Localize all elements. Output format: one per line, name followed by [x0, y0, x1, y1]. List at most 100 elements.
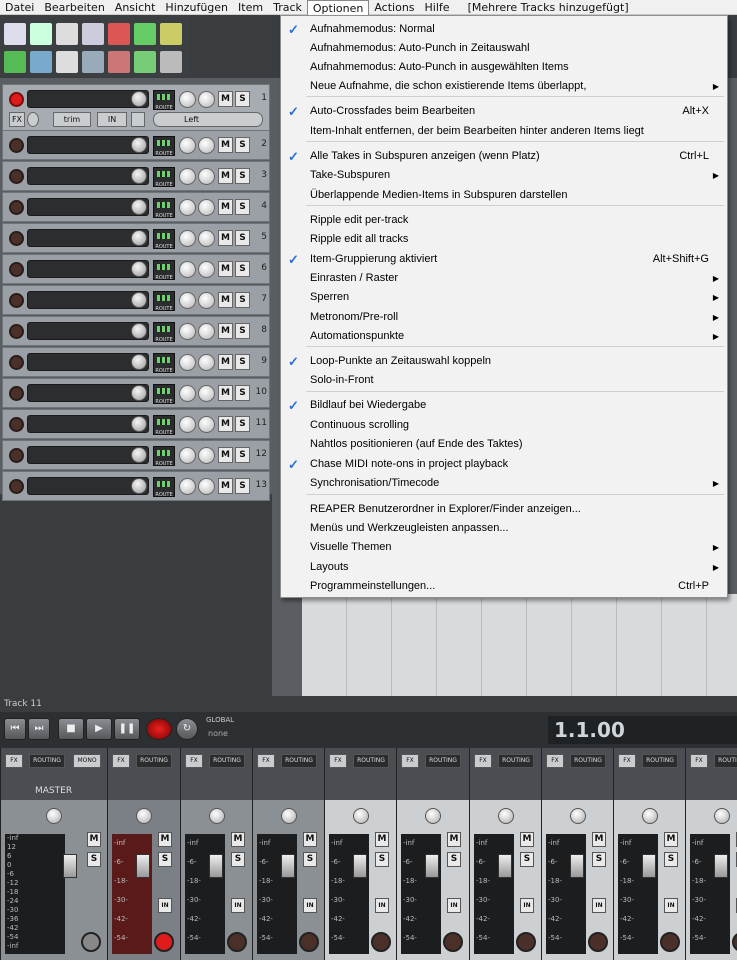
solo-button[interactable]: S — [664, 852, 678, 867]
volume-knob[interactable] — [131, 323, 147, 339]
mono-button[interactable]: MONO — [73, 754, 101, 768]
track-row[interactable]: ROUTE M S 8 — [2, 316, 270, 346]
volume-knob[interactable] — [131, 478, 147, 494]
route-button[interactable]: ROUTE — [153, 322, 175, 343]
width-knob[interactable] — [198, 447, 215, 464]
solo-button[interactable]: S — [447, 852, 461, 867]
play-button[interactable]: ▶ — [86, 718, 112, 740]
record-arm-button[interactable] — [9, 417, 24, 432]
volume-knob[interactable] — [131, 447, 147, 463]
solo-button[interactable]: S — [235, 261, 250, 277]
menu-item[interactable]: REAPER Benutzerordner in Explorer/Finder… — [281, 500, 727, 519]
record-arm-button[interactable] — [9, 262, 24, 277]
route-button[interactable]: ROUTE — [153, 477, 175, 498]
volume-fader[interactable] — [63, 854, 77, 878]
solo-button[interactable]: S — [235, 137, 250, 153]
input-monitor-button[interactable]: IN — [447, 898, 461, 913]
record-arm-button[interactable] — [588, 932, 608, 952]
menu-item[interactable]: Ripple edit per-track — [281, 211, 727, 230]
volume-knob[interactable] — [131, 199, 147, 215]
pan-knob[interactable] — [179, 261, 196, 278]
route-button[interactable]: ROUTE — [153, 198, 175, 219]
menubar-item-0[interactable]: Datei — [0, 0, 39, 15]
solo-button[interactable]: S — [375, 852, 389, 867]
mute-button[interactable]: M — [218, 261, 233, 277]
mute-button[interactable]: M — [218, 230, 233, 246]
mute-button[interactable]: M — [303, 832, 317, 847]
menubar-item-9[interactable]: [Mehrere Tracks hinzugefügt] — [463, 0, 634, 15]
pan-knob[interactable] — [179, 354, 196, 371]
route-button[interactable]: ROUTE — [153, 353, 175, 374]
route-button[interactable]: ROUTE — [153, 229, 175, 250]
route-button[interactable]: ROUTE — [153, 446, 175, 467]
routing-button[interactable]: ROUTING — [281, 754, 317, 768]
track-row[interactable]: ROUTE M S 12 — [2, 440, 270, 470]
item-grouping-icon[interactable] — [108, 51, 130, 73]
record-arm-button[interactable] — [9, 355, 24, 370]
record-arm-button[interactable] — [9, 138, 24, 153]
fx-button[interactable]: FX — [474, 754, 492, 768]
input-monitor-button[interactable]: IN — [231, 898, 245, 913]
volume-knob[interactable] — [131, 230, 147, 246]
record-arm-button[interactable] — [9, 169, 24, 184]
mute-button[interactable]: M — [218, 199, 233, 215]
envelope-icon[interactable] — [82, 51, 104, 73]
route-button[interactable]: ROUTE — [153, 90, 175, 111]
track-row-1[interactable]: ROUTE M S 1 FX trim IN Left — [2, 84, 270, 132]
solo-button[interactable]: S — [235, 323, 250, 339]
menu-item[interactable]: ✓ Bildlauf bei Wiedergabe — [281, 396, 727, 415]
menu-item[interactable]: Nahtlos positionieren (auf Ende des Takt… — [281, 435, 727, 454]
menu-item[interactable]: Solo-in-Front — [281, 371, 727, 390]
routing-button[interactable]: ROUTING — [209, 754, 245, 768]
pan-knob[interactable] — [179, 447, 196, 464]
menu-item[interactable]: ✓ Loop-Punkte an Zeitauswahl koppeln — [281, 352, 727, 371]
routing-button[interactable]: ROUTING — [714, 754, 737, 768]
go-start-icon[interactable]: ⏮ — [4, 718, 26, 740]
routing-button[interactable]: ROUTING — [29, 754, 65, 768]
width-knob[interactable] — [198, 416, 215, 433]
menu-item[interactable]: Neue Aufnahme, die schon existierende It… — [281, 77, 727, 96]
mute-button[interactable]: M — [218, 385, 233, 401]
track-row[interactable]: ROUTE M S 3 — [2, 161, 270, 191]
fx-button[interactable]: FX — [185, 754, 203, 768]
record-arm-button[interactable] — [443, 932, 463, 952]
track-row[interactable]: ROUTE M S 7 — [2, 285, 270, 315]
record-arm-button[interactable] — [9, 293, 24, 308]
menu-item[interactable]: Programmeinstellungen... Ctrl+P — [281, 577, 727, 596]
routing-button[interactable]: ROUTING — [425, 754, 461, 768]
mute-button[interactable]: M — [87, 832, 101, 847]
solo-button[interactable]: S — [235, 168, 250, 184]
fx-button[interactable]: FX — [546, 754, 564, 768]
pan-knob[interactable] — [179, 168, 196, 185]
routing-button[interactable]: ROUTING — [136, 754, 172, 768]
track-row[interactable]: ROUTE M S 13 — [2, 471, 270, 501]
mute-button[interactable]: M — [218, 323, 233, 339]
input-monitor-button[interactable]: IN — [97, 112, 127, 127]
volume-knob[interactable] — [131, 168, 147, 184]
menu-item[interactable]: ✓ Item-Gruppierung aktiviert Alt+Shift+G — [281, 250, 727, 269]
go-end-icon[interactable]: ⏭ — [28, 718, 50, 740]
menubar-item-6[interactable]: Optionen — [306, 0, 370, 15]
track-row[interactable]: ROUTE M S 11 — [2, 409, 270, 439]
trim-button[interactable]: trim — [53, 112, 91, 127]
width-knob[interactable] — [198, 199, 215, 216]
snap-icon[interactable] — [30, 51, 52, 73]
width-knob[interactable] — [198, 168, 215, 185]
mute-button[interactable]: M — [592, 832, 606, 847]
solo-button[interactable]: S — [303, 852, 317, 867]
pan-knob[interactable] — [642, 808, 658, 824]
solo-button[interactable]: S — [235, 91, 250, 107]
width-knob[interactable] — [198, 478, 215, 495]
menu-item[interactable]: Layouts ▶ — [281, 558, 727, 577]
fx-bypass-icon[interactable] — [27, 112, 39, 127]
volume-fader[interactable] — [570, 854, 584, 878]
solo-button[interactable]: S — [235, 447, 250, 463]
pan-knob[interactable] — [179, 416, 196, 433]
input-monitor-button[interactable]: IN — [520, 898, 534, 913]
width-knob[interactable] — [198, 292, 215, 309]
fx-button[interactable]: FX — [112, 754, 130, 768]
menu-item[interactable]: ✓ Auto-Crossfades beim Bearbeiten Alt+X — [281, 102, 727, 121]
metronome-icon[interactable] — [160, 23, 182, 45]
new-project-icon[interactable] — [4, 23, 26, 45]
route-button[interactable]: ROUTE — [153, 291, 175, 312]
